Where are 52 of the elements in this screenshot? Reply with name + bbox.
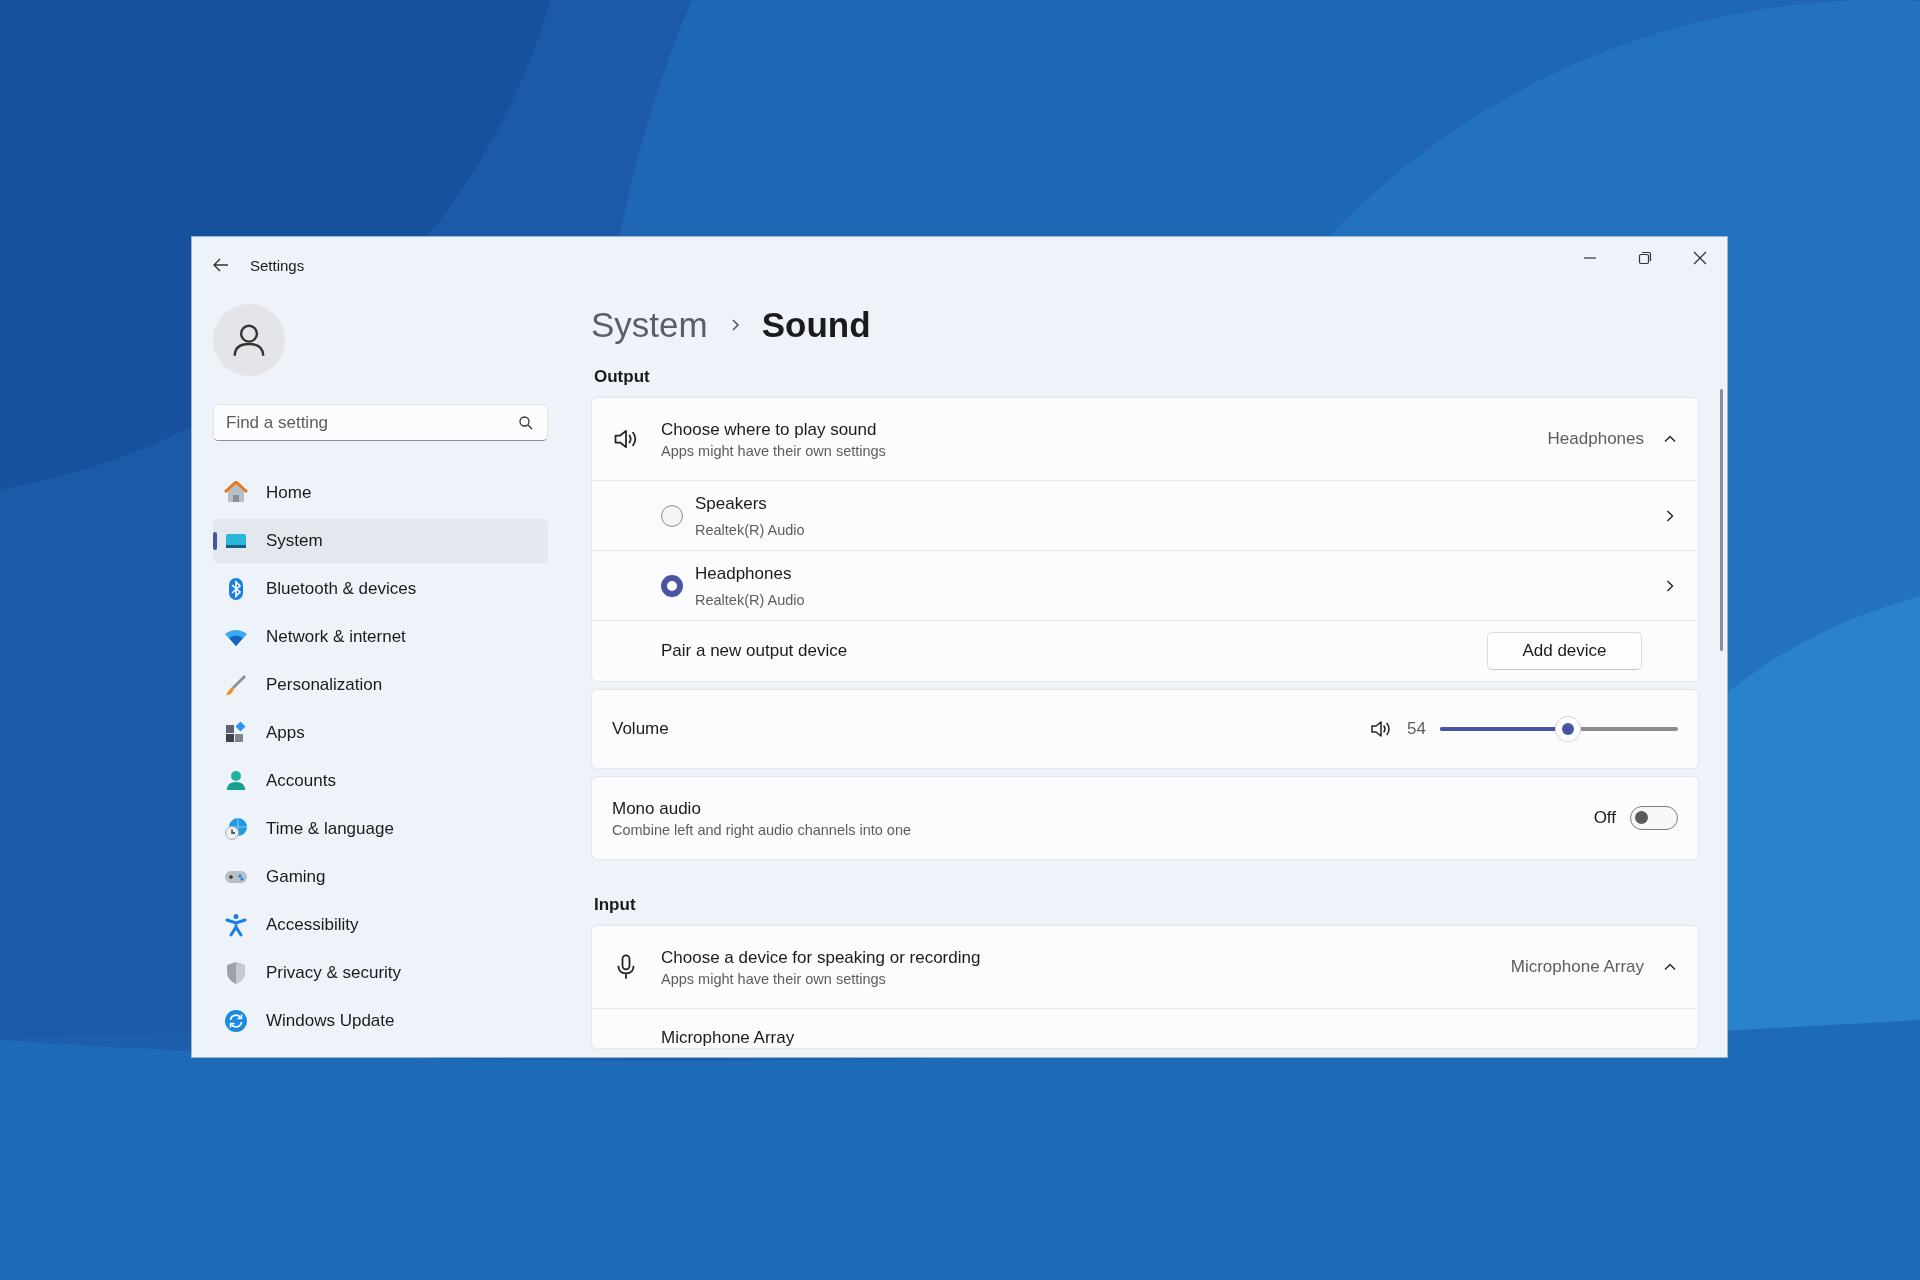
scrollbar[interactable] [1720,389,1723,651]
nav-item[interactable]: Gaming [213,855,548,899]
selected-device: Microphone Array [1510,957,1644,977]
setting-title: Mono audio [612,798,702,819]
nav-item[interactable]: Home [213,471,548,515]
setting-title: Choose where to play sound [661,419,878,440]
device-driver: Realtek(R) Audio [695,521,805,538]
apps-icon [224,721,248,745]
volume-value: 54 [1407,719,1426,739]
device-name: Speakers [695,493,768,514]
nav-item[interactable]: Time & language [213,807,548,851]
section-heading: Output [594,367,651,387]
house-icon [224,481,248,505]
nav-item[interactable]: Personalization [213,663,548,707]
refresh-icon [224,1009,248,1033]
nav-item[interactable]: System [213,519,548,563]
search-field[interactable]: Find a setting [213,404,548,441]
setting-description: Apps might have their own settings [661,970,887,987]
nav-item[interactable]: Apps [213,711,548,755]
setting-title: Pair a new output device [661,641,848,661]
page-title: Sound [761,305,871,345]
toggle-state: Off [1593,808,1616,828]
brush-icon [224,673,248,697]
breadcrumb-link[interactable]: System [591,305,708,345]
nav-item[interactable]: Windows Update [213,999,548,1043]
selected-device: Headphones [1547,429,1644,449]
radio-button[interactable] [661,504,683,527]
person-icon [224,769,248,793]
add-device-button[interactable]: Add device [1487,632,1642,670]
globe-clock-icon [224,817,248,841]
radio-button[interactable] [661,574,683,597]
device-driver: Realtek(R) Audio [695,591,805,608]
volume-slider[interactable] [1440,717,1678,741]
device-name: Microphone Array [661,1028,795,1048]
setting-title: Choose a device for speaking or recording [661,947,981,968]
nav-item[interactable]: Accessibility [213,903,548,947]
nav-item[interactable]: Bluetooth & devices [213,567,548,611]
shield-icon [224,961,248,985]
setting-description: Combine left and right audio channels into one [612,821,912,838]
device-name: Headphones [695,563,793,584]
nav-item[interactable]: Accounts [213,759,548,803]
back-arrow-icon[interactable] [212,256,230,274]
setting-description: Apps might have their own settings [661,442,886,459]
search-icon [518,415,534,431]
window-title: Settings [250,256,305,274]
section-heading: Input [594,895,637,915]
nav-item[interactable]: Privacy & security [213,951,548,995]
nav-item[interactable]: Network & internet [213,615,548,659]
minimize-icon [1583,257,1596,259]
setting-title: Volume [612,719,669,739]
accessibility-icon [224,913,248,937]
toggle-switch[interactable] [1630,806,1678,830]
